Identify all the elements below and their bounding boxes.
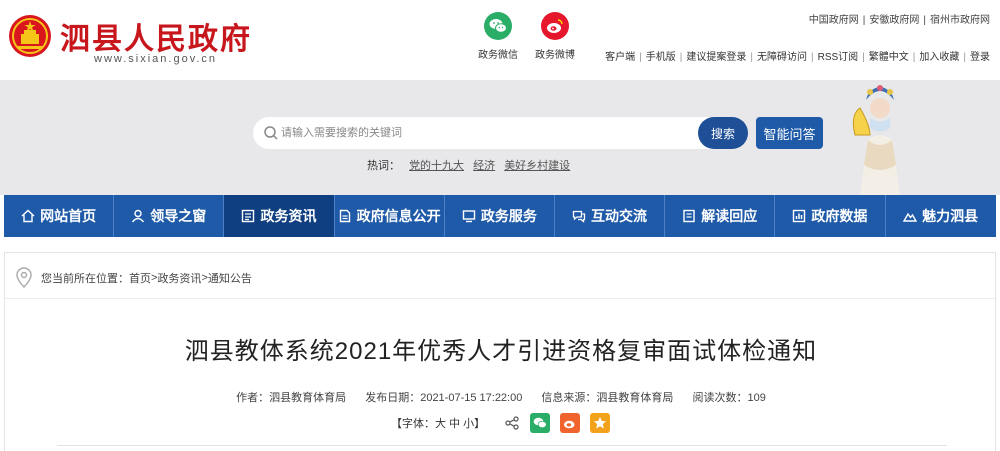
wechat-label: 政务微信 [478, 50, 518, 61]
interpret-icon [683, 209, 695, 223]
font-size-close: 】 [474, 418, 486, 430]
nav-label: 政务服务 [480, 208, 537, 224]
breadcrumb-notice[interactable]: 通知公告 [208, 270, 252, 286]
article-title: 泗县教体系统2021年优秀人才引进资格复审面试体检通知 [184, 338, 818, 365]
weibo-link[interactable]: 政务微博 [527, 12, 583, 61]
mountain-icon [903, 212, 918, 222]
nav-label: 领导之窗 [150, 208, 207, 224]
utility-links: 客户端 | 手机版 | 建议提案登录 | 无障碍访问 | RSS订阅 | 繁體中文 | 加入收藏 | 登录 [601, 48, 994, 63]
hot-words-label: 热词： [367, 160, 400, 172]
site-name: 泗县人民政府 [60, 22, 252, 57]
weibo-icon [541, 12, 569, 40]
article-container: 您当前所在位置： 首页 > 政务资讯 > 通知公告 泗县教体系统2021年优秀人… [4, 252, 997, 451]
nav-item-news[interactable]: 政务资讯 [224, 195, 335, 237]
font-size-label: 【字体： [391, 418, 435, 430]
share-weibo-button[interactable] [560, 413, 581, 433]
nav-item-home[interactable]: 网站首页 [4, 195, 115, 237]
chat-icon [572, 210, 586, 223]
hot-word-link[interactable]: 党的十九大 [409, 160, 464, 172]
font-size-medium[interactable]: 中 [449, 415, 460, 431]
site-header: 泗县人民政府 www.sixian.gov.cn 政务微信 政务微博 中国政府网… [0, 0, 1000, 80]
weibo-label: 政务微博 [535, 50, 575, 61]
monitor-icon [462, 210, 476, 223]
divider [57, 445, 947, 446]
font-size-small[interactable]: 小 [463, 415, 474, 431]
article-tools: 【字体： 大 中 小 】 [391, 413, 611, 433]
rss-link[interactable]: RSS订阅 [814, 52, 863, 63]
site-logo[interactable]: 泗县人民政府 www.sixian.gov.cn [8, 10, 288, 70]
favorite-button[interactable] [590, 413, 611, 433]
login-link[interactable]: 登录 [966, 52, 994, 63]
article-author: 作者：泗县教育体育局 [236, 392, 347, 404]
search-icon [264, 126, 278, 140]
search-button[interactable]: 搜索 [698, 117, 748, 149]
ai-qa-button[interactable]: 智能问答 [756, 117, 823, 149]
search-box [253, 117, 745, 149]
nav-label: 政府信息公开 [356, 208, 441, 224]
hot-word-link[interactable]: 美好乡村建设 [504, 160, 570, 172]
proposal-login-link[interactable]: 建议提案登录 [682, 52, 750, 63]
article-source: 信息来源：泗县教育体育局 [541, 392, 674, 404]
nav-item-gov-info[interactable]: 政府信息公开 [335, 195, 445, 237]
gov-link[interactable]: 中国政府网 [805, 15, 863, 26]
mobile-link[interactable]: 手机版 [642, 52, 680, 63]
font-size-large[interactable]: 大 [435, 415, 446, 431]
gov-link[interactable]: 安徽政府网 [865, 15, 923, 26]
hot-word-link[interactable]: 经济 [473, 160, 495, 172]
search-banner: 搜索 智能问答 热词： 党的十九大 经济 美好乡村建设 [0, 80, 1000, 195]
breadcrumb-prefix: 您当前所在位置： [41, 273, 129, 285]
gov-link[interactable]: 宿州市政府网 [926, 15, 994, 26]
nav-label: 政府数据 [811, 208, 868, 224]
article-date: 发布日期：2021-07-15 17:22:00 [365, 392, 523, 404]
traditional-chinese-link[interactable]: 繁體中文 [865, 52, 913, 63]
data-icon [793, 209, 806, 223]
nav-label: 魅力泗县 [922, 208, 979, 224]
breadcrumb-news[interactable]: 政务资讯 [157, 270, 201, 286]
hot-words: 热词： 党的十九大 经济 美好乡村建设 [367, 157, 570, 173]
location-pin-icon [16, 267, 32, 288]
nav-label: 政务资讯 [260, 208, 317, 224]
article-meta: 作者：泗县教育体育局 发布日期：2021-07-15 17:22:00 信息来源… [5, 389, 997, 405]
divider [5, 298, 997, 299]
nav-item-services[interactable]: 政务服务 [445, 195, 555, 237]
share-wechat-button[interactable] [530, 413, 551, 433]
home-icon [21, 209, 35, 223]
wechat-icon [533, 417, 547, 429]
weibo-icon [564, 420, 575, 429]
main-nav: 网站首页 领导之窗 政务资讯 政府信息公开 政务服务 互动交流 解读回应 政府数… [4, 195, 996, 237]
nav-item-data[interactable]: 政府数据 [775, 195, 886, 237]
accessibility-link[interactable]: 无障碍访问 [753, 52, 811, 63]
favorite-link[interactable]: 加入收藏 [915, 52, 963, 63]
news-icon [242, 209, 255, 223]
client-link[interactable]: 客户端 [601, 52, 639, 63]
nav-label: 网站首页 [40, 208, 97, 224]
site-domain: www.sixian.gov.cn [94, 53, 218, 65]
nav-item-charm[interactable]: 魅力泗县 [886, 195, 996, 237]
person-icon [132, 209, 145, 223]
nav-item-interaction[interactable]: 互动交流 [555, 195, 666, 237]
national-emblem-icon [9, 15, 51, 57]
nav-item-interpretation[interactable]: 解读回应 [665, 195, 776, 237]
breadcrumb: 您当前所在位置： 首页 > 政务资讯 > 通知公告 [15, 263, 985, 293]
breadcrumb-home[interactable]: 首页 [129, 270, 151, 286]
opera-figure-illustration [852, 85, 900, 195]
wechat-icon [484, 12, 512, 40]
document-icon [339, 209, 350, 223]
wechat-link[interactable]: 政务微信 [470, 12, 526, 61]
nav-label: 解读回应 [701, 208, 758, 224]
search-input[interactable] [281, 117, 691, 149]
nav-item-leaders[interactable]: 领导之窗 [114, 195, 225, 237]
nav-label: 互动交流 [591, 208, 648, 224]
article-views: 阅读次数：109 [692, 392, 766, 404]
star-icon [594, 417, 607, 429]
share-icon[interactable] [505, 416, 519, 430]
gov-links: 中国政府网 | 安徽政府网 | 宿州市政府网 [805, 11, 994, 26]
